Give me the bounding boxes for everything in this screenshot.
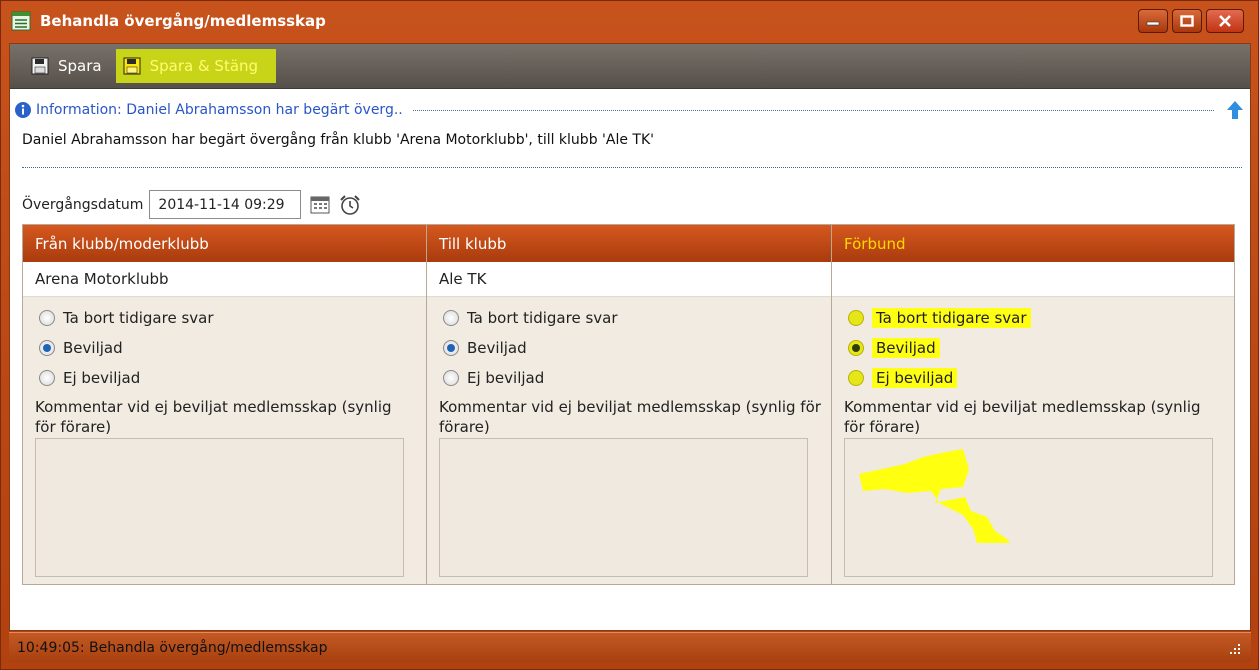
divider	[412, 109, 1214, 111]
column-header: Från klubb/moderklubb	[23, 225, 426, 262]
radio-icon	[443, 310, 459, 326]
radio-not-approved[interactable]: Ej beviljad	[427, 363, 831, 393]
form-icon	[11, 11, 31, 31]
minimize-button[interactable]	[1138, 9, 1168, 33]
comment-label: Kommentar vid ej beviljat medlemsskap (s…	[844, 398, 1201, 436]
time-button[interactable]	[339, 194, 361, 216]
approval-grid: Från klubb/moderklubb Arena Motorklubb T…	[22, 224, 1235, 585]
radio-icon	[848, 370, 864, 386]
comment-textarea[interactable]	[844, 438, 1213, 577]
column-value	[832, 262, 1234, 297]
calendar-icon	[310, 196, 330, 213]
info-header-text: Information: Daniel Abrahamsson har begä…	[36, 102, 403, 118]
radio-selected-icon	[848, 340, 864, 356]
column-value: Arena Motorklubb	[23, 262, 426, 297]
radio-not-approved[interactable]: Ej beviljad	[23, 363, 426, 393]
comment-textarea[interactable]	[439, 438, 808, 577]
date-label: Övergångsdatum	[22, 196, 144, 213]
window-title: Behandla övergång/medlemsskap	[40, 12, 326, 30]
floppy-disk-icon	[123, 57, 141, 75]
save-label: Spara	[58, 57, 102, 75]
date-field[interactable]: 2014-11-14 09:29	[149, 190, 302, 219]
column-value: Ale TK	[427, 262, 831, 297]
alarm-clock-icon	[340, 194, 361, 215]
radio-remove-previous[interactable]: Ta bort tidigare svar	[832, 303, 1234, 333]
radio-approved[interactable]: Beviljad	[23, 333, 426, 363]
info-message: Daniel Abrahamsson har begärt övergång f…	[22, 132, 654, 148]
radio-icon	[39, 370, 55, 386]
highlight-scribble	[859, 449, 1010, 543]
radio-icon	[443, 370, 459, 386]
date-row: Övergångsdatum 2014-11-14 09:29	[10, 190, 1250, 219]
radio-icon	[39, 310, 55, 326]
comment-label: Kommentar vid ej beviljat medlemsskap (s…	[35, 398, 392, 436]
save-and-close-button[interactable]: Spara & Stäng	[115, 49, 277, 83]
save-and-close-label: Spara & Stäng	[149, 57, 259, 75]
radio-selected-icon	[443, 340, 459, 356]
radio-selected-icon	[39, 340, 55, 356]
radio-icon	[848, 310, 864, 326]
toolbar: Spara Spara & Stäng	[10, 44, 1250, 89]
column-header: Förbund	[832, 225, 1234, 262]
info-header[interactable]: Information: Daniel Abrahamsson har begä…	[10, 95, 1250, 125]
minimize-icon	[1146, 21, 1160, 26]
column-to-club: Till klubb Ale TK Ta bort tidigare svar …	[427, 225, 832, 584]
main-window: Behandla övergång/medlemsskap Spara Spar…	[0, 0, 1259, 670]
radio-remove-previous[interactable]: Ta bort tidigare svar	[23, 303, 426, 333]
info-icon	[15, 102, 31, 118]
radio-approved[interactable]: Beviljad	[427, 333, 831, 363]
close-button[interactable]	[1206, 9, 1244, 33]
comment-textarea[interactable]	[35, 438, 404, 577]
floppy-disk-icon	[31, 57, 49, 75]
column-header: Till klubb	[427, 225, 831, 262]
collapse-arrow-up-icon[interactable]	[1226, 100, 1244, 120]
status-text: 10:49:05: Behandla övergång/medlemsskap	[17, 639, 328, 656]
radio-remove-previous[interactable]: Ta bort tidigare svar	[427, 303, 831, 333]
column-from-club: Från klubb/moderklubb Arena Motorklubb T…	[23, 225, 427, 584]
comment-label: Kommentar vid ej beviljat medlemsskap (s…	[439, 398, 821, 436]
maximize-icon	[1180, 15, 1194, 27]
resize-grip-icon[interactable]	[1227, 642, 1241, 656]
maximize-button[interactable]	[1172, 9, 1202, 33]
column-federation: Förbund Ta bort tidigare svar Beviljad E…	[832, 225, 1234, 584]
separator	[22, 167, 1242, 168]
title-bar: Behandla övergång/medlemsskap	[1, 1, 1258, 41]
status-bar: 10:49:05: Behandla övergång/medlemsskap	[9, 632, 1251, 662]
close-icon	[1219, 15, 1231, 27]
radio-not-approved[interactable]: Ej beviljad	[832, 363, 1234, 393]
radio-approved[interactable]: Beviljad	[832, 333, 1234, 363]
calendar-button[interactable]	[309, 194, 331, 216]
save-button[interactable]: Spara	[24, 49, 108, 83]
